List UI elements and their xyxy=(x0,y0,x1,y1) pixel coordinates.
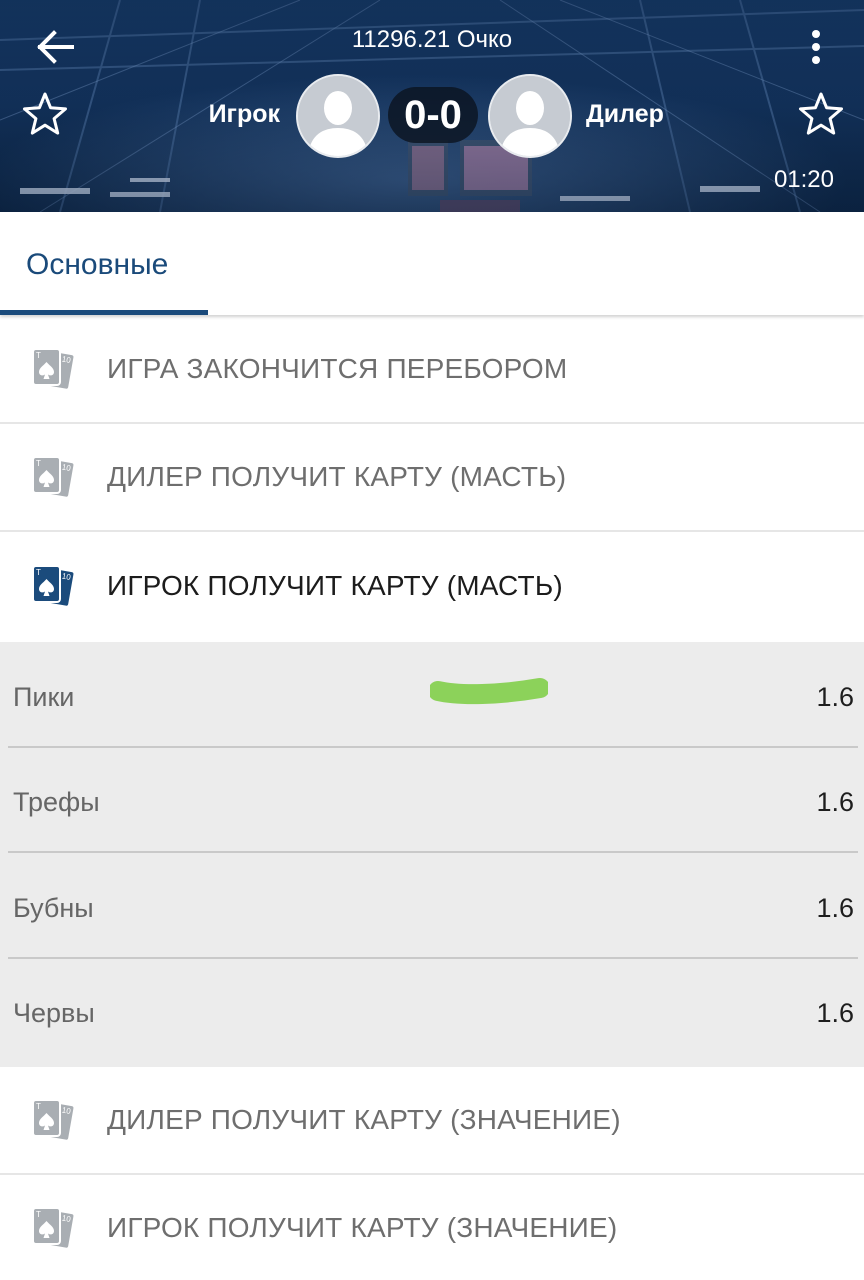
outcome-odds: 1.6 xyxy=(816,787,854,817)
favorite-player-button[interactable] xyxy=(20,90,70,138)
playing-cards-icon: T 10 xyxy=(32,1099,76,1142)
market-label: ИГРОК ПОЛУЧИТ КАРТУ (ЗНАЧЕНИЕ) xyxy=(107,1212,618,1243)
market-label: ИГРА ЗАКОНЧИТСЯ ПЕРЕБОРОМ xyxy=(107,353,568,384)
player-left-name: Игрок xyxy=(208,100,280,128)
outcome-odds: 1.6 xyxy=(816,998,854,1028)
market-row[interactable]: T 10 ИГРА ЗАКОНЧИТСЯ ПЕРЕБОРОМ xyxy=(0,316,864,424)
user-avatar-icon xyxy=(298,76,378,156)
market-row-expanded[interactable]: T 10 ИГРОК ПОЛУЧИТ КАРТУ (МАСТЬ) xyxy=(0,533,864,641)
card-rank-back: T xyxy=(36,459,41,468)
more-vertical-icon xyxy=(812,30,820,64)
card-rank-back: T xyxy=(36,351,41,360)
card-rank-back: T xyxy=(36,1210,41,1219)
back-button[interactable] xyxy=(28,22,84,72)
highlight-scribble xyxy=(430,678,548,705)
outcome-diamonds[interactable]: Бубны 1.6 xyxy=(8,855,858,959)
playing-cards-icon: T 10 xyxy=(32,1207,76,1250)
score-badge: 0-0 xyxy=(388,87,478,143)
arrow-left-icon xyxy=(37,30,74,64)
player-left-avatar xyxy=(296,74,380,158)
player-right-name: Дилер xyxy=(586,100,664,128)
market-label: ДИЛЕР ПОЛУЧИТ КАРТУ (МАСТЬ) xyxy=(107,461,567,492)
card-rank-back: T xyxy=(36,568,41,577)
outcome-name: Трефы xyxy=(13,787,100,817)
match-timer: 01:20 xyxy=(773,166,834,193)
tab-bar: Основные xyxy=(0,212,864,315)
favorite-dealer-button[interactable] xyxy=(796,90,846,138)
row-divider xyxy=(8,957,858,959)
tab-main[interactable]: Основные xyxy=(0,212,208,315)
user-avatar-icon xyxy=(490,76,570,156)
outcome-clubs[interactable]: Трефы 1.6 xyxy=(8,749,858,853)
tab-main-label: Основные xyxy=(26,248,169,281)
market-row[interactable]: T 10 ИГРОК ПОЛУЧИТ КАРТУ (ЗНАЧЕНИЕ) xyxy=(0,1175,864,1280)
outcome-name: Червы xyxy=(13,998,95,1028)
market-row[interactable]: T 10 ДИЛЕР ПОЛУЧИТ КАРТУ (МАСТЬ) xyxy=(0,424,864,532)
tab-active-indicator xyxy=(0,310,208,315)
more-menu-button[interactable] xyxy=(796,22,836,72)
star-outline-icon xyxy=(23,92,67,135)
playing-cards-icon: T 10 xyxy=(32,348,76,391)
outcome-odds: 1.6 xyxy=(816,682,854,712)
event-header: 11296.21 Очко Игрок 0-0 Дилер 01:20 xyxy=(0,0,864,212)
player-right-avatar xyxy=(488,74,572,158)
event-title: 11296.21 Очко xyxy=(351,26,513,53)
playing-cards-icon: T 10 xyxy=(32,456,76,499)
outcome-name: Пики xyxy=(13,682,75,712)
outcome-hearts[interactable]: Червы 1.6 xyxy=(8,960,858,1064)
star-outline-icon xyxy=(799,92,843,135)
outcome-odds: 1.6 xyxy=(816,893,854,923)
row-divider xyxy=(8,746,858,748)
market-label: ИГРОК ПОЛУЧИТ КАРТУ (МАСТЬ) xyxy=(107,570,563,601)
playing-cards-icon: T 10 xyxy=(32,565,76,608)
row-divider xyxy=(8,851,858,853)
card-rank-back: T xyxy=(36,1102,41,1111)
market-label: ДИЛЕР ПОЛУЧИТ КАРТУ (ЗНАЧЕНИЕ) xyxy=(107,1104,621,1135)
market-row[interactable]: T 10 ДИЛЕР ПОЛУЧИТ КАРТУ (ЗНАЧЕНИЕ) xyxy=(0,1067,864,1175)
outcome-name: Бубны xyxy=(13,893,94,923)
